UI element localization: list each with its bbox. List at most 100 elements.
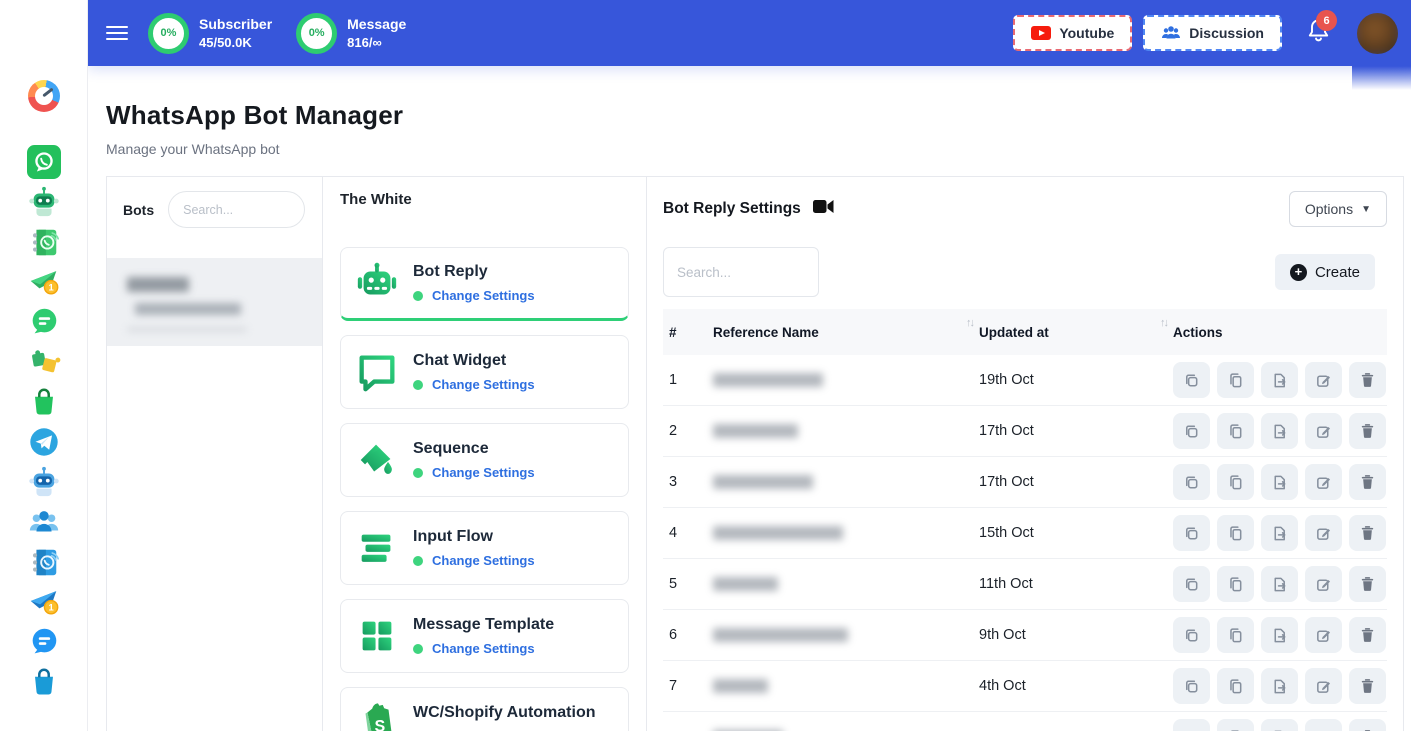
whatsapp-chat-icon[interactable] — [26, 304, 62, 340]
notifications-bell-icon[interactable]: 6 — [1306, 17, 1331, 49]
export-button[interactable] — [1261, 719, 1298, 731]
user-avatar[interactable] — [1357, 13, 1398, 54]
export-button[interactable] — [1261, 413, 1298, 449]
row-number: 5 — [669, 576, 713, 592]
telegram-contacts-icon[interactable] — [26, 544, 62, 580]
telegram-icon[interactable] — [26, 424, 62, 460]
card-bot-reply[interactable]: Bot Reply Change Settings — [340, 247, 629, 321]
subscriber-percent: 0% — [161, 27, 177, 39]
whatsapp-broadcast-icon[interactable]: 1 — [26, 264, 62, 300]
subscriber-label: Subscriber — [199, 16, 272, 32]
card-input-flow[interactable]: Input Flow Change Settings — [340, 511, 629, 585]
whatsapp-bot-icon[interactable] — [26, 184, 62, 220]
whatsapp-integrations-icon[interactable] — [26, 344, 62, 380]
telegram-bot-icon[interactable] — [26, 464, 62, 500]
telegram-broadcast-icon[interactable]: 1 — [26, 584, 62, 620]
edit-button[interactable] — [1305, 515, 1342, 551]
copy-button[interactable] — [1173, 668, 1210, 704]
change-settings-link[interactable]: Change Settings — [432, 377, 535, 392]
delete-button[interactable] — [1349, 464, 1386, 500]
copy-button[interactable] — [1173, 413, 1210, 449]
copy-button[interactable] — [1173, 566, 1210, 602]
card-sequence[interactable]: Sequence Change Settings — [340, 423, 629, 497]
copy-button[interactable] — [1173, 464, 1210, 500]
telegram-groups-icon[interactable] — [26, 504, 62, 540]
dashboard-icon[interactable] — [26, 78, 62, 114]
input-flow-icon — [353, 524, 401, 572]
edit-button[interactable] — [1305, 668, 1342, 704]
options-button-label: Options — [1305, 201, 1353, 217]
svg-text:1: 1 — [48, 603, 53, 614]
bots-panel-title: Bots — [123, 202, 154, 218]
copy-button[interactable] — [1173, 362, 1210, 398]
menu-icon[interactable] — [106, 22, 128, 44]
export-button[interactable] — [1261, 515, 1298, 551]
edit-button[interactable] — [1305, 464, 1342, 500]
edit-button[interactable] — [1305, 617, 1342, 653]
whatsapp-shop-icon[interactable] — [26, 384, 62, 420]
card-message-template[interactable]: Message Template Change Settings — [340, 599, 629, 673]
delete-button[interactable] — [1349, 515, 1386, 551]
edit-button[interactable] — [1305, 719, 1342, 731]
card-chat-widget[interactable]: Chat Widget Change Settings — [340, 335, 629, 409]
export-button[interactable] — [1261, 566, 1298, 602]
duplicate-button[interactable] — [1217, 362, 1254, 398]
card-title: Message Template — [413, 616, 554, 634]
copy-button[interactable] — [1173, 515, 1210, 551]
discussion-button[interactable]: Discussion — [1143, 15, 1282, 51]
edit-button[interactable] — [1305, 413, 1342, 449]
message-percent: 0% — [309, 27, 325, 39]
discussion-users-icon — [1161, 25, 1181, 41]
duplicate-button[interactable] — [1217, 617, 1254, 653]
copy-button[interactable] — [1173, 719, 1210, 731]
telegram-chat-icon[interactable] — [26, 624, 62, 660]
subscriber-stat: 0% Subscriber 45/50.0K — [148, 13, 272, 54]
duplicate-button[interactable] — [1217, 566, 1254, 602]
youtube-button[interactable]: Youtube — [1013, 15, 1132, 51]
youtube-button-label: Youtube — [1059, 25, 1114, 41]
reply-search-input[interactable] — [663, 247, 819, 297]
table-row: 4 15th Oct — [663, 508, 1387, 559]
whatsapp-contacts-icon[interactable] — [26, 224, 62, 260]
bots-search-input[interactable] — [168, 191, 305, 228]
delete-button[interactable] — [1349, 413, 1386, 449]
bot-list-item-selected[interactable] — [107, 258, 322, 346]
delete-button[interactable] — [1349, 617, 1386, 653]
export-button[interactable] — [1261, 464, 1298, 500]
duplicate-button[interactable] — [1217, 464, 1254, 500]
message-progress-ring: 0% — [296, 13, 337, 54]
copy-button[interactable] — [1173, 617, 1210, 653]
sort-reference-name-icon[interactable]: ↑↓ — [966, 317, 973, 329]
whatsapp-bot-manager-app: 1 1 — [0, 0, 1411, 731]
sort-updated-at-icon[interactable]: ↑↓ — [1160, 317, 1167, 329]
edit-button[interactable] — [1305, 566, 1342, 602]
video-tutorial-icon[interactable] — [813, 199, 834, 219]
edit-button[interactable] — [1305, 362, 1342, 398]
telegram-shop-icon[interactable] — [26, 664, 62, 700]
options-button[interactable]: Options ▼ — [1289, 191, 1387, 227]
change-settings-link[interactable]: Change Settings — [432, 465, 535, 480]
delete-button[interactable] — [1349, 566, 1386, 602]
delete-button[interactable] — [1349, 362, 1386, 398]
change-settings-link[interactable]: Change Settings — [432, 553, 535, 568]
delete-button[interactable] — [1349, 668, 1386, 704]
whatsapp-icon[interactable] — [26, 144, 62, 180]
export-button[interactable] — [1261, 617, 1298, 653]
create-button[interactable]: + Create — [1275, 254, 1375, 290]
duplicate-button[interactable] — [1217, 413, 1254, 449]
duplicate-button[interactable] — [1217, 719, 1254, 731]
reference-name-redacted — [713, 526, 843, 540]
updated-at: 17th Oct — [979, 474, 1173, 490]
row-number: 3 — [669, 474, 713, 490]
duplicate-button[interactable] — [1217, 515, 1254, 551]
delete-button[interactable] — [1349, 719, 1386, 731]
col-header-reference-name: Reference Name — [713, 325, 819, 340]
duplicate-button[interactable] — [1217, 668, 1254, 704]
change-settings-link[interactable]: Change Settings — [432, 641, 535, 656]
export-button[interactable] — [1261, 668, 1298, 704]
card-wc-shopify-automation[interactable]: S WC/Shopify Automation Change Settings — [340, 687, 629, 731]
change-settings-link[interactable]: Change Settings — [432, 288, 535, 303]
export-button[interactable] — [1261, 362, 1298, 398]
col-header-updated-at: Updated at — [979, 325, 1049, 340]
row-number: 6 — [669, 627, 713, 643]
